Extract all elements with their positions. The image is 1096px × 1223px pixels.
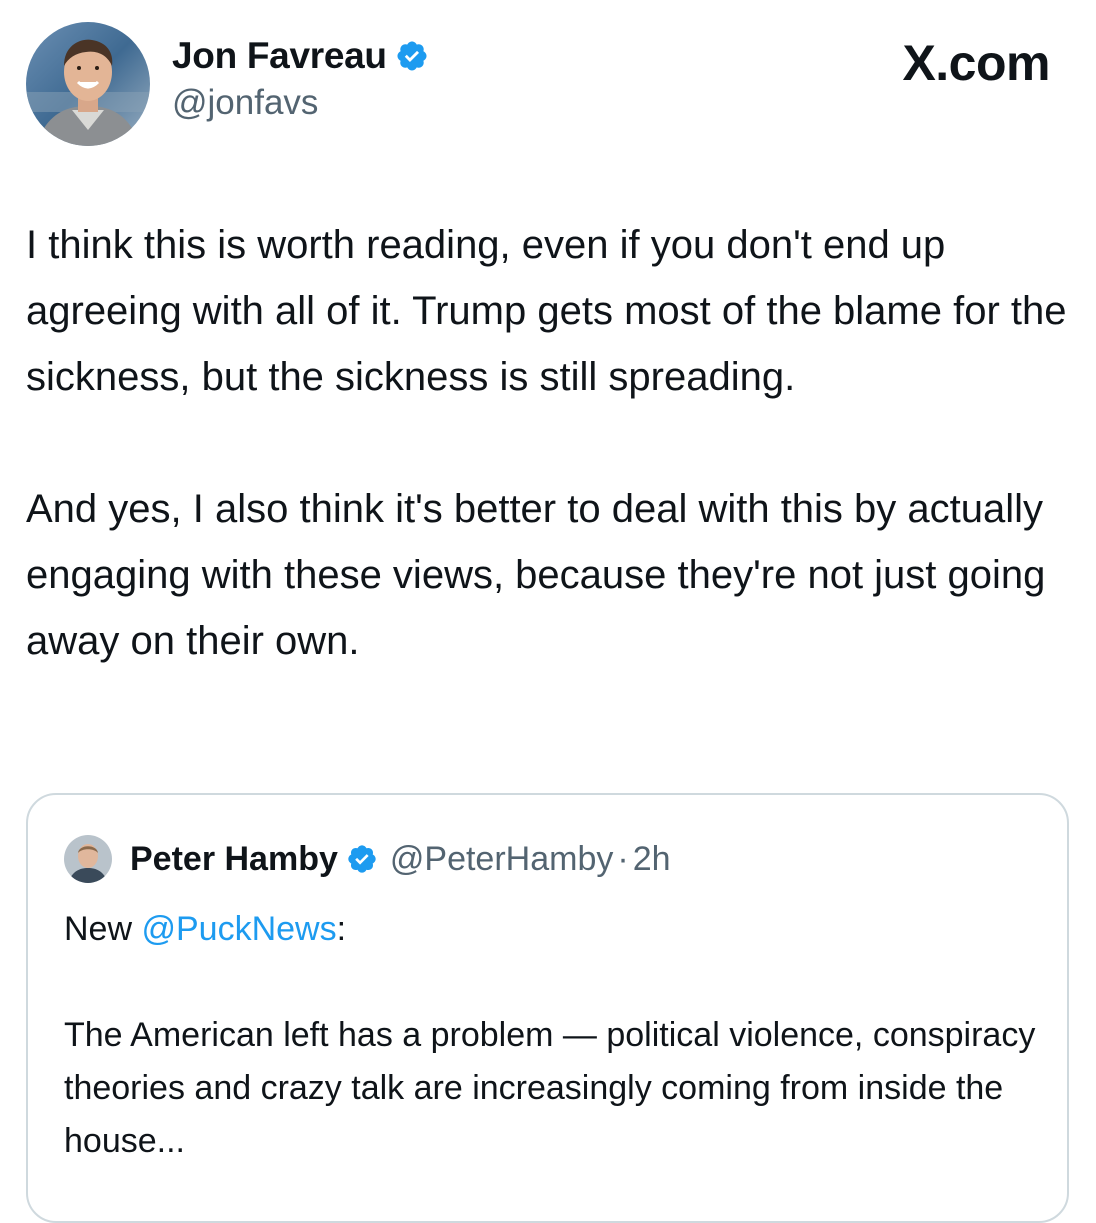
- brand-logo: X.com: [902, 35, 1050, 91]
- quoted-tweet-text: New @PuckNews: The American left has a p…: [64, 903, 1044, 1168]
- quoted-body: The American left has a problem — politi…: [64, 1016, 1036, 1160]
- author-avatar[interactable]: [26, 22, 150, 146]
- quoted-tweet-card[interactable]: Peter Hamby @PeterHamby · 2h New @PuckNe…: [26, 793, 1069, 1223]
- quoted-timestamp[interactable]: 2h: [633, 840, 671, 879]
- quoted-line-1: New @PuckNews:: [64, 903, 1044, 956]
- author-handle[interactable]: @jonfavs: [172, 83, 429, 123]
- mention-link[interactable]: @PuckNews: [141, 910, 336, 948]
- tweet-header: Jon Favreau @jonfavs: [26, 22, 429, 146]
- tweet-text: I think this is worth reading, even if y…: [26, 212, 1076, 674]
- quoted-tweet-header: Peter Hamby @PeterHamby · 2h: [64, 835, 671, 883]
- verified-badge-icon: [395, 39, 429, 73]
- dot-separator: ·: [617, 839, 629, 878]
- quoted-prefix: New: [64, 910, 142, 948]
- author-name[interactable]: Jon Favreau: [172, 35, 387, 77]
- quoted-author-handle[interactable]: @PeterHamby: [390, 840, 613, 879]
- tweet-paragraph-2: And yes, I also think it's better to dea…: [26, 487, 1046, 663]
- quoted-suffix: :: [336, 910, 347, 948]
- verified-badge-icon: [346, 843, 378, 875]
- quoted-author-name[interactable]: Peter Hamby: [130, 840, 338, 879]
- avatar-photo-icon: [64, 835, 112, 883]
- author-block: Jon Favreau @jonfavs: [172, 35, 429, 123]
- avatar-photo-icon: [26, 22, 150, 146]
- quoted-author-avatar[interactable]: [64, 835, 112, 883]
- tweet-paragraph-1: I think this is worth reading, even if y…: [26, 223, 1067, 399]
- author-name-row: Jon Favreau: [172, 35, 429, 77]
